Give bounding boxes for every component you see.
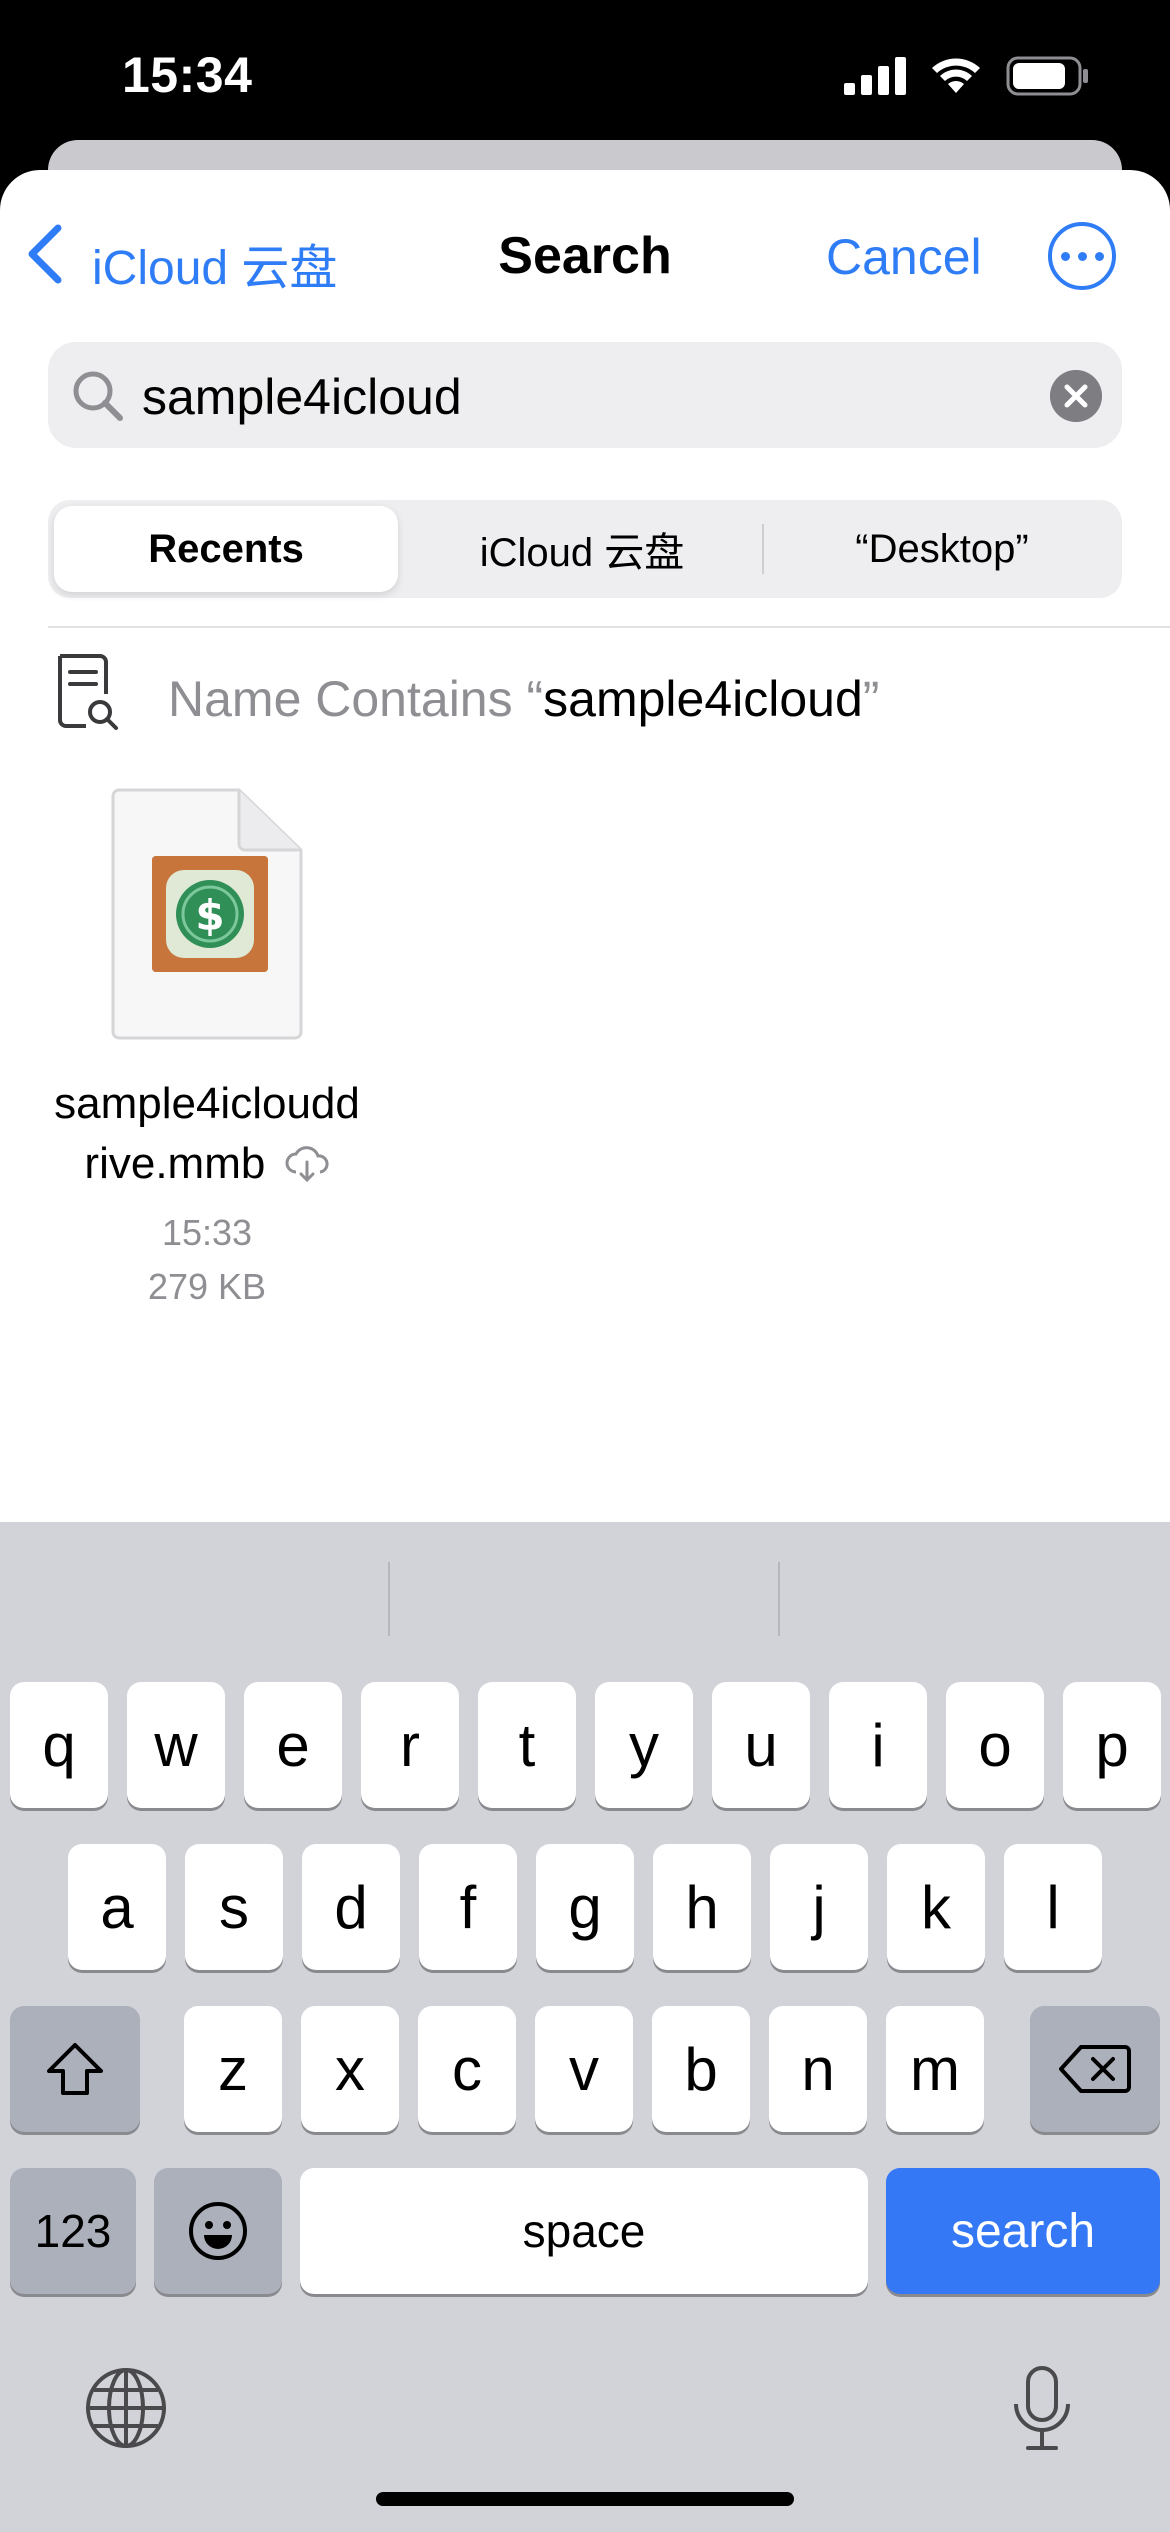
suggestion-divider bbox=[388, 1562, 390, 1636]
microphone-icon[interactable] bbox=[1010, 2364, 1074, 2454]
key-q[interactable]: q bbox=[10, 1682, 108, 1808]
file-name: sample4icloudd rive.mmb bbox=[54, 1079, 360, 1188]
key-n[interactable]: n bbox=[769, 2006, 867, 2132]
key-d[interactable]: d bbox=[302, 1844, 400, 1970]
cloud-download-icon bbox=[285, 1146, 329, 1183]
key-v[interactable]: v bbox=[535, 2006, 633, 2132]
money-app-icon: $ bbox=[152, 856, 268, 972]
shift-key[interactable] bbox=[10, 2006, 140, 2132]
battery-icon bbox=[1006, 56, 1088, 96]
numbers-key[interactable]: 123 bbox=[10, 2168, 136, 2294]
backspace-icon bbox=[1059, 2045, 1131, 2093]
shift-icon bbox=[47, 2043, 103, 2095]
key-f[interactable]: f bbox=[419, 1844, 517, 1970]
document-search-icon bbox=[58, 654, 118, 730]
file-item[interactable]: $ sample4icloudd rive.mmb 15:33 279 KB bbox=[24, 788, 390, 1468]
key-k[interactable]: k bbox=[887, 1844, 985, 1970]
emoji-key[interactable] bbox=[154, 2168, 282, 2294]
more-options-button[interactable] bbox=[1048, 222, 1116, 290]
key-p[interactable]: p bbox=[1063, 1682, 1161, 1808]
search-sheet: iCloud 云盘 Search Cancel sample4icloud Re… bbox=[0, 170, 1170, 1522]
space-key[interactable]: space bbox=[300, 2168, 868, 2294]
key-g[interactable]: g bbox=[536, 1844, 634, 1970]
key-s[interactable]: s bbox=[185, 1844, 283, 1970]
key-o[interactable]: o bbox=[946, 1682, 1044, 1808]
suggestion-text: Name Contains “sample4icloud” bbox=[168, 671, 880, 727]
key-b[interactable]: b bbox=[652, 2006, 750, 2132]
cellular-signal-icon bbox=[844, 57, 906, 95]
key-z[interactable]: z bbox=[184, 2006, 282, 2132]
key-t[interactable]: t bbox=[478, 1682, 576, 1808]
scope-recents[interactable]: Recents bbox=[54, 506, 398, 592]
delete-key[interactable] bbox=[1030, 2006, 1160, 2132]
key-j[interactable]: j bbox=[770, 1844, 868, 1970]
key-i[interactable]: i bbox=[829, 1682, 927, 1808]
search-key[interactable]: search bbox=[886, 2168, 1160, 2294]
globe-icon[interactable] bbox=[84, 2366, 168, 2450]
emoji-icon bbox=[189, 2202, 247, 2260]
keyboard: qwertyuiop asdfghjkl zxcvbnm 123 space s… bbox=[0, 1522, 1170, 2532]
status-time: 15:34 bbox=[122, 47, 253, 103]
ellipsis-icon bbox=[1060, 251, 1070, 261]
cancel-button[interactable]: Cancel bbox=[826, 228, 982, 286]
divider bbox=[48, 626, 1170, 628]
key-y[interactable]: y bbox=[595, 1682, 693, 1808]
scope-desktop[interactable]: “Desktop” bbox=[770, 506, 1114, 592]
suggestion-divider bbox=[778, 1562, 780, 1636]
key-l[interactable]: l bbox=[1004, 1844, 1102, 1970]
key-h[interactable]: h bbox=[653, 1844, 751, 1970]
home-indicator bbox=[376, 2492, 794, 2506]
file-size: 279 KB bbox=[147, 1266, 267, 1307]
key-e[interactable]: e bbox=[244, 1682, 342, 1808]
key-x[interactable]: x bbox=[301, 2006, 399, 2132]
key-u[interactable]: u bbox=[712, 1682, 810, 1808]
key-m[interactable]: m bbox=[886, 2006, 984, 2132]
search-icon bbox=[73, 371, 123, 421]
scope-icloud-drive[interactable]: iCloud 云盘 bbox=[410, 506, 754, 592]
svg-text:$: $ bbox=[195, 891, 224, 940]
search-input[interactable]: sample4icloud bbox=[48, 342, 1122, 448]
status-icons bbox=[844, 56, 1090, 96]
key-r[interactable]: r bbox=[361, 1682, 459, 1808]
segment-divider bbox=[762, 524, 764, 574]
navigation-bar: iCloud 云盘 Search Cancel bbox=[0, 170, 1170, 340]
name-contains-suggestion[interactable]: Name Contains “sample4icloud” bbox=[48, 640, 1122, 756]
search-scope-control: Recents iCloud 云盘 “Desktop” bbox=[48, 500, 1122, 598]
search-query[interactable]: sample4icloud bbox=[142, 368, 462, 426]
status-bar: 15:34 bbox=[0, 0, 1170, 150]
file-date: 15:33 bbox=[161, 1212, 253, 1253]
key-c[interactable]: c bbox=[418, 2006, 516, 2132]
key-w[interactable]: w bbox=[127, 1682, 225, 1808]
page-title: Search bbox=[498, 227, 672, 285]
clear-search-icon[interactable] bbox=[1050, 370, 1102, 422]
wifi-icon bbox=[932, 58, 980, 93]
key-a[interactable]: a bbox=[68, 1844, 166, 1970]
